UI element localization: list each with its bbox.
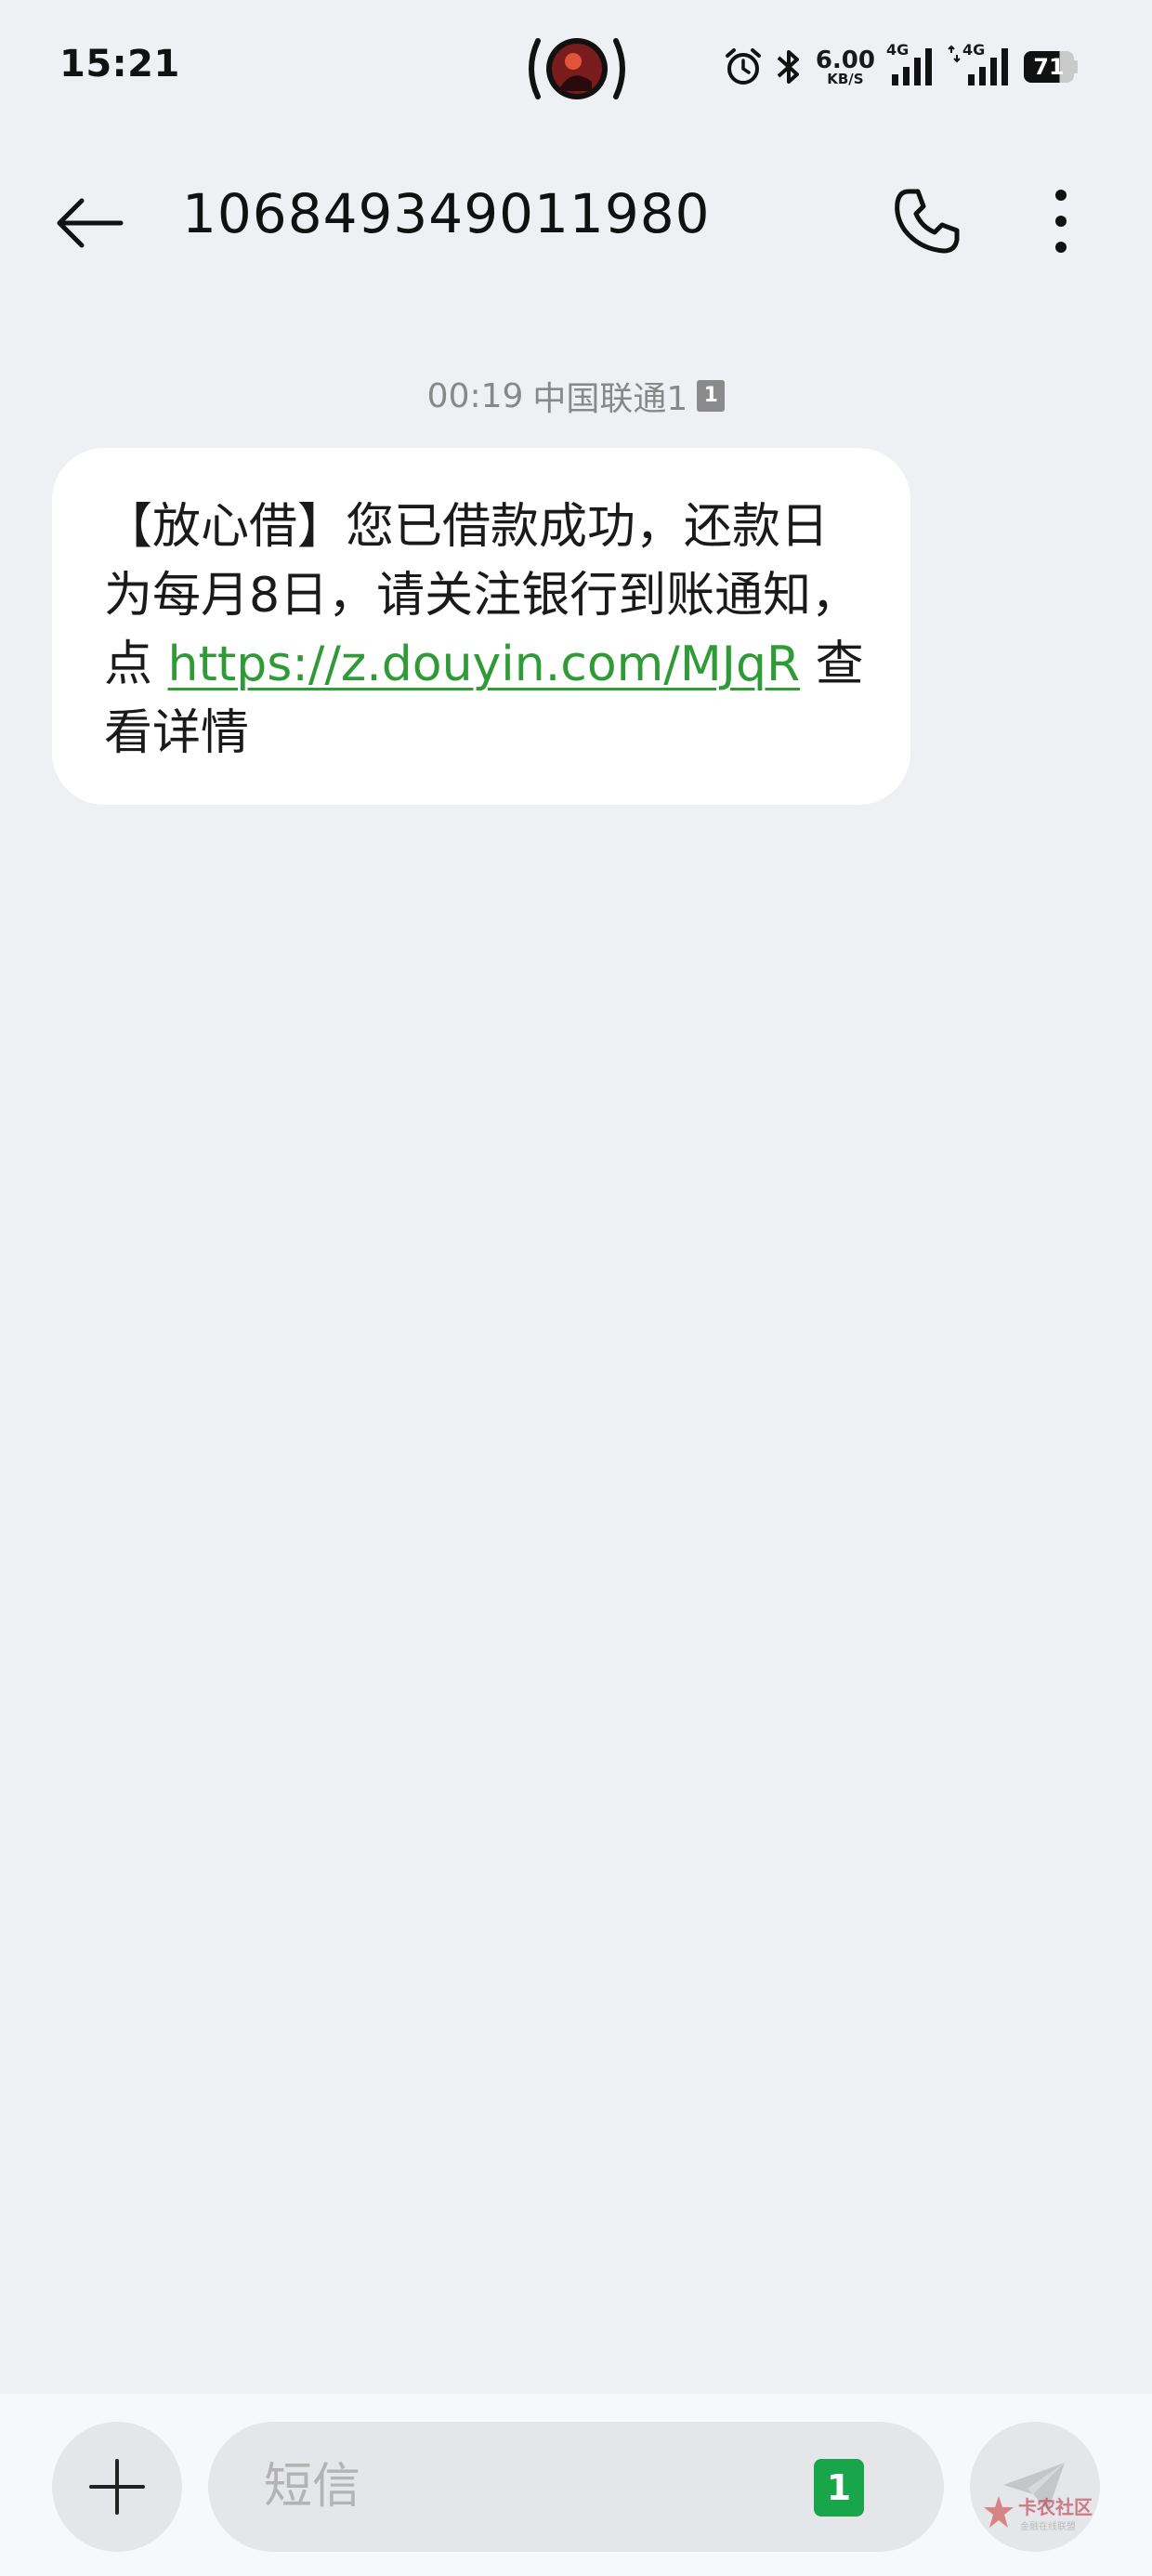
incoming-message-bubble[interactable]: 【放心借】您已借款成功，还款日为每月8日，请关注银行到账通知，点 https:/… [52, 448, 910, 805]
network-speed-unit: KB/S [827, 70, 864, 87]
status-time: 15:21 [59, 43, 180, 85]
network-type-label: 4G [962, 41, 986, 59]
watermark: 卡农社区 金融在线联盟 [983, 2487, 1104, 2543]
message-input-container[interactable]: 1 [208, 2422, 944, 2552]
sim-card-icon: 1 [697, 380, 726, 412]
signal-strength-2: 4G [948, 41, 1015, 89]
watermark-logo-icon [984, 2496, 1014, 2528]
back-button[interactable] [41, 175, 137, 271]
compose-bar: 1 [0, 2394, 1152, 2576]
watermark-subtext: 金融在线联盟 [1020, 2522, 1076, 2532]
network-speed-value: 6.00 [815, 46, 875, 74]
activity-avatar-icon [529, 38, 625, 99]
message-input[interactable] [264, 2450, 784, 2524]
battery-tip [1074, 60, 1078, 73]
message-time: 00:19 [426, 376, 524, 415]
more-options-button[interactable] [1022, 175, 1100, 268]
phone-icon [895, 189, 960, 254]
contact-number-title: 106849349011980 [182, 182, 711, 245]
back-arrow-icon [57, 198, 124, 248]
message-carrier: 中国联通1 [532, 380, 688, 418]
battery-level: 71 [1024, 51, 1074, 83]
message-link[interactable]: https://z.douyin.com/MJqR [168, 637, 801, 692]
network-speed: 6.00 KB/S [816, 48, 875, 86]
sim-select-button[interactable]: 1 [814, 2459, 864, 2517]
status-bar: 15:21 6.00 KB/S 4G 4G 71 [0, 0, 1152, 139]
signal-strength-1: 4G [886, 41, 938, 89]
data-transfer-icon [948, 45, 961, 63]
battery-icon: 71 [1024, 51, 1078, 83]
alarm-icon [725, 48, 761, 85]
conversation-header: 106849349011980 [0, 149, 1152, 279]
plus-icon [89, 2459, 145, 2515]
watermark-text: 卡农社区 [1018, 2496, 1093, 2518]
add-attachment-button[interactable] [52, 2422, 182, 2552]
bluetooth-icon [777, 50, 799, 84]
ongoing-activity-indicator[interactable] [525, 33, 629, 104]
message-timestamp: 00:19 中国联通1 1 [0, 372, 1152, 420]
more-vertical-icon [1055, 190, 1067, 253]
network-type-label: 4G [886, 41, 910, 59]
status-icons: 6.00 KB/S 4G 4G 71 [723, 37, 1078, 97]
call-button[interactable] [881, 175, 974, 268]
